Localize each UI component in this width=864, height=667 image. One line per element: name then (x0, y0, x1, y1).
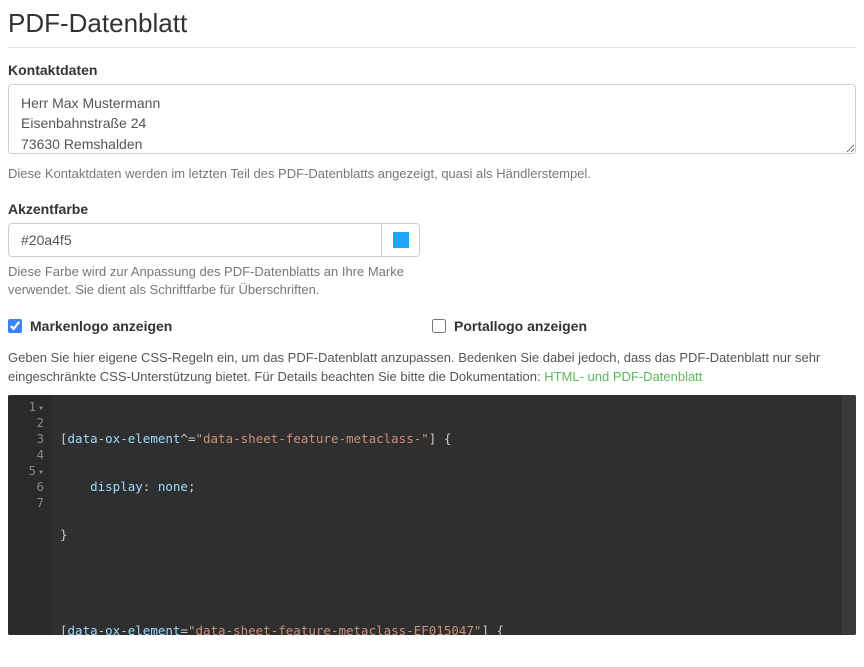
contact-label: Kontaktdaten (8, 62, 856, 78)
docs-link[interactable]: HTML- und PDF-Datenblatt (544, 369, 702, 384)
color-swatch-icon (393, 232, 409, 248)
portallogo-checkbox[interactable] (432, 319, 446, 333)
contact-section: Kontaktdaten Diese Kontaktdaten werden i… (8, 62, 856, 183)
brandlogo-label[interactable]: Markenlogo anzeigen (30, 318, 172, 334)
css-editor[interactable]: 1▾ 2 3 4 5▾ 6 7 [data-ox-element^="data-… (8, 395, 856, 635)
accent-label: Akzentfarbe (8, 201, 856, 217)
portallogo-label[interactable]: Portallogo anzeigen (454, 318, 587, 334)
editor-code[interactable]: [data-ox-element^="data-sheet-feature-me… (52, 395, 842, 635)
editor-gutter: 1▾ 2 3 4 5▾ 6 7 (8, 395, 52, 635)
contact-help: Diese Kontaktdaten werden im letzten Tei… (8, 165, 856, 183)
color-picker-button[interactable] (382, 223, 420, 257)
brandlogo-checkbox[interactable] (8, 319, 22, 333)
accent-section: Akzentfarbe Diese Farbe wird zur Anpassu… (8, 201, 856, 299)
editor-scrollbar[interactable] (842, 395, 856, 635)
contact-textarea[interactable] (8, 84, 856, 154)
checkbox-row: Markenlogo anzeigen Portallogo anzeigen (8, 318, 856, 334)
page-title: PDF-Datenblatt (8, 8, 856, 48)
accent-input[interactable] (8, 223, 382, 257)
accent-help: Diese Farbe wird zur Anpassung des PDF-D… (8, 263, 420, 299)
css-intro-text: Geben Sie hier eigene CSS-Regeln ein, um… (8, 348, 856, 387)
